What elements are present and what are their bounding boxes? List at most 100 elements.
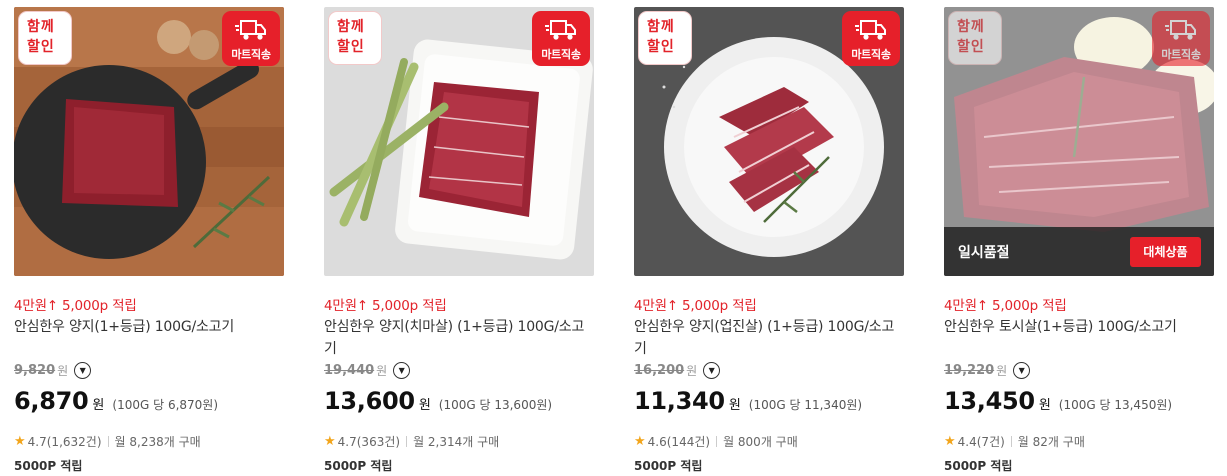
currency-unit: 원 — [1038, 398, 1051, 413]
sale-price: 6,870 — [14, 387, 89, 415]
sale-price: 13,600 — [324, 387, 415, 415]
star-icon: ★ — [634, 434, 646, 449]
rating-value: 4.6 — [647, 434, 667, 449]
mart-delivery-badge: 마트직송 — [1152, 11, 1210, 66]
promo-text: 4만원↑ 5,000p 적립 — [944, 298, 1067, 314]
badge-text: 함께 — [957, 19, 985, 35]
unit-price: (100G 당 13,450원) — [1058, 398, 1173, 412]
rating-row: ★ 4.6 (144건) 월 800개 구매 — [634, 433, 798, 450]
points-text: 5000P 적립 — [14, 459, 83, 473]
currency-unit: 원 — [728, 398, 741, 413]
mart-delivery-badge: 마트직송 — [842, 11, 900, 66]
badge-text: 할인 — [957, 39, 985, 55]
points-text: 5000P 적립 — [944, 459, 1013, 473]
review-count: (7건) — [976, 435, 1005, 449]
badge-text: 함께 — [647, 19, 675, 35]
original-price-row: 9,820 원 ▼ — [14, 362, 92, 379]
currency-unit: 원 — [996, 364, 1008, 378]
monthly-purchases: 월 8,238개 구매 — [114, 435, 201, 449]
unit-price: (100G 당 11,340원) — [748, 398, 863, 412]
original-price: 19,220 — [944, 363, 995, 378]
badge-text: 마트직송 — [1161, 48, 1201, 61]
product-card: 함께 할인 마트직송 4만원↑ 5,000p 적립 안심한우 양지(업진살) (… — [634, 7, 904, 476]
rating-value: 4.7 — [27, 434, 47, 449]
product-image[interactable]: 함께 할인 마트직송 — [14, 7, 284, 276]
badge-text: 마트직송 — [541, 48, 581, 61]
monthly-purchases: 월 82개 구매 — [1017, 435, 1085, 449]
product-name[interactable]: 안심한우 양지(1+등급) 100G/소고기 — [14, 316, 284, 338]
delivery-truck-icon — [545, 20, 576, 40]
together-discount-badge: 함께 할인 — [638, 11, 692, 65]
sale-price: 11,340 — [634, 387, 725, 415]
delivery-truck-icon — [1165, 20, 1196, 40]
chevron-down-circle-icon[interactable]: ▼ — [1013, 362, 1031, 379]
together-discount-badge: 함께 할인 — [18, 11, 72, 65]
badge-text: 할인 — [337, 39, 365, 55]
badge-text: 마트직송 — [851, 48, 891, 61]
star-icon: ★ — [324, 434, 336, 449]
review-count: (144건) — [666, 435, 711, 449]
original-price: 19,440 — [324, 363, 375, 378]
points-text: 5000P 적립 — [324, 459, 393, 473]
product-name[interactable]: 안심한우 양지(업진살) (1+등급) 100G/소고기 — [634, 316, 904, 360]
divider — [406, 436, 408, 447]
monthly-purchases: 월 2,314개 구매 — [413, 435, 500, 449]
currency-unit: 원 — [376, 364, 388, 378]
badge-text: 마트직송 — [231, 48, 271, 61]
delivery-truck-icon — [235, 20, 266, 40]
mart-delivery-badge: 마트직송 — [222, 11, 280, 66]
monthly-purchases: 월 800개 구매 — [723, 435, 798, 449]
unit-price: (100G 당 6,870원) — [112, 398, 219, 412]
product-image[interactable]: 함께 할인 마트직송 일시품절 대체상품 — [944, 7, 1214, 276]
soldout-label: 일시품절 — [958, 245, 1010, 261]
chevron-down-circle-icon[interactable]: ▼ — [393, 362, 411, 379]
original-price-row: 19,220 원 ▼ — [944, 362, 1031, 379]
review-count: (363건) — [356, 435, 401, 449]
star-icon: ★ — [944, 434, 956, 449]
sale-price-row: 6,870 원 (100G 당 6,870원) — [14, 387, 218, 415]
together-discount-badge: 함께 할인 — [948, 11, 1002, 65]
rating-row: ★ 4.4 (7건) 월 82개 구매 — [944, 433, 1085, 450]
rating-value: 4.4 — [957, 434, 977, 449]
together-discount-badge: 함께 할인 — [328, 11, 382, 65]
chevron-down-circle-icon[interactable]: ▼ — [74, 362, 92, 379]
original-price: 16,200 — [634, 363, 685, 378]
original-price-row: 19,440 원 ▼ — [324, 362, 411, 379]
sale-price-row: 13,600 원 (100G 당 13,600원) — [324, 387, 552, 415]
review-count: (1,632건) — [46, 435, 102, 449]
currency-unit: 원 — [418, 398, 431, 413]
soldout-bar: 일시품절 대체상품 — [944, 227, 1214, 276]
original-price-row: 16,200 원 ▼ — [634, 362, 721, 379]
alternative-product-button[interactable]: 대체상품 — [1130, 237, 1201, 267]
product-name[interactable]: 안심한우 양지(치마살) (1+등급) 100G/소고기 — [324, 316, 594, 360]
divider — [1010, 436, 1012, 447]
badge-text: 함께 — [27, 19, 55, 35]
badge-text: 함께 — [337, 19, 365, 35]
product-card: 함께 할인 마트직송 일시품절 대체상품 4만원↑ 5,000p 적립 안심한우… — [944, 7, 1214, 476]
promo-text: 4만원↑ 5,000p 적립 — [634, 298, 757, 314]
points-text: 5000P 적립 — [634, 459, 703, 473]
rating-row: ★ 4.7 (363건) 월 2,314개 구매 — [324, 433, 499, 450]
product-image[interactable]: 함께 할인 마트직송 — [324, 7, 594, 276]
badge-text: 할인 — [647, 39, 675, 55]
original-price: 9,820 — [14, 363, 56, 378]
currency-unit: 원 — [57, 364, 69, 378]
delivery-truck-icon — [855, 20, 886, 40]
star-icon: ★ — [14, 434, 26, 449]
product-image[interactable]: 함께 할인 마트직송 — [634, 7, 904, 276]
product-card: 함께 할인 마트직송 4만원↑ 5,000p 적립 안심한우 양지(치마살) (… — [324, 7, 594, 476]
currency-unit: 원 — [92, 398, 105, 413]
sale-price: 13,450 — [944, 387, 1035, 415]
divider — [716, 436, 718, 447]
product-card: 함께 할인 마트직송 4만원↑ 5,000p 적립 안심한우 양지(1+등급) … — [14, 7, 284, 476]
sale-price-row: 13,450 원 (100G 당 13,450원) — [944, 387, 1172, 415]
sale-price-row: 11,340 원 (100G 당 11,340원) — [634, 387, 862, 415]
promo-text: 4만원↑ 5,000p 적립 — [14, 298, 137, 314]
rating-value: 4.7 — [337, 434, 357, 449]
product-name[interactable]: 안심한우 토시살(1+등급) 100G/소고기 — [944, 316, 1214, 338]
divider — [107, 436, 109, 447]
chevron-down-circle-icon[interactable]: ▼ — [703, 362, 721, 379]
badge-text: 할인 — [27, 39, 55, 55]
rating-row: ★ 4.7 (1,632건) 월 8,238개 구매 — [14, 433, 201, 450]
currency-unit: 원 — [686, 364, 698, 378]
